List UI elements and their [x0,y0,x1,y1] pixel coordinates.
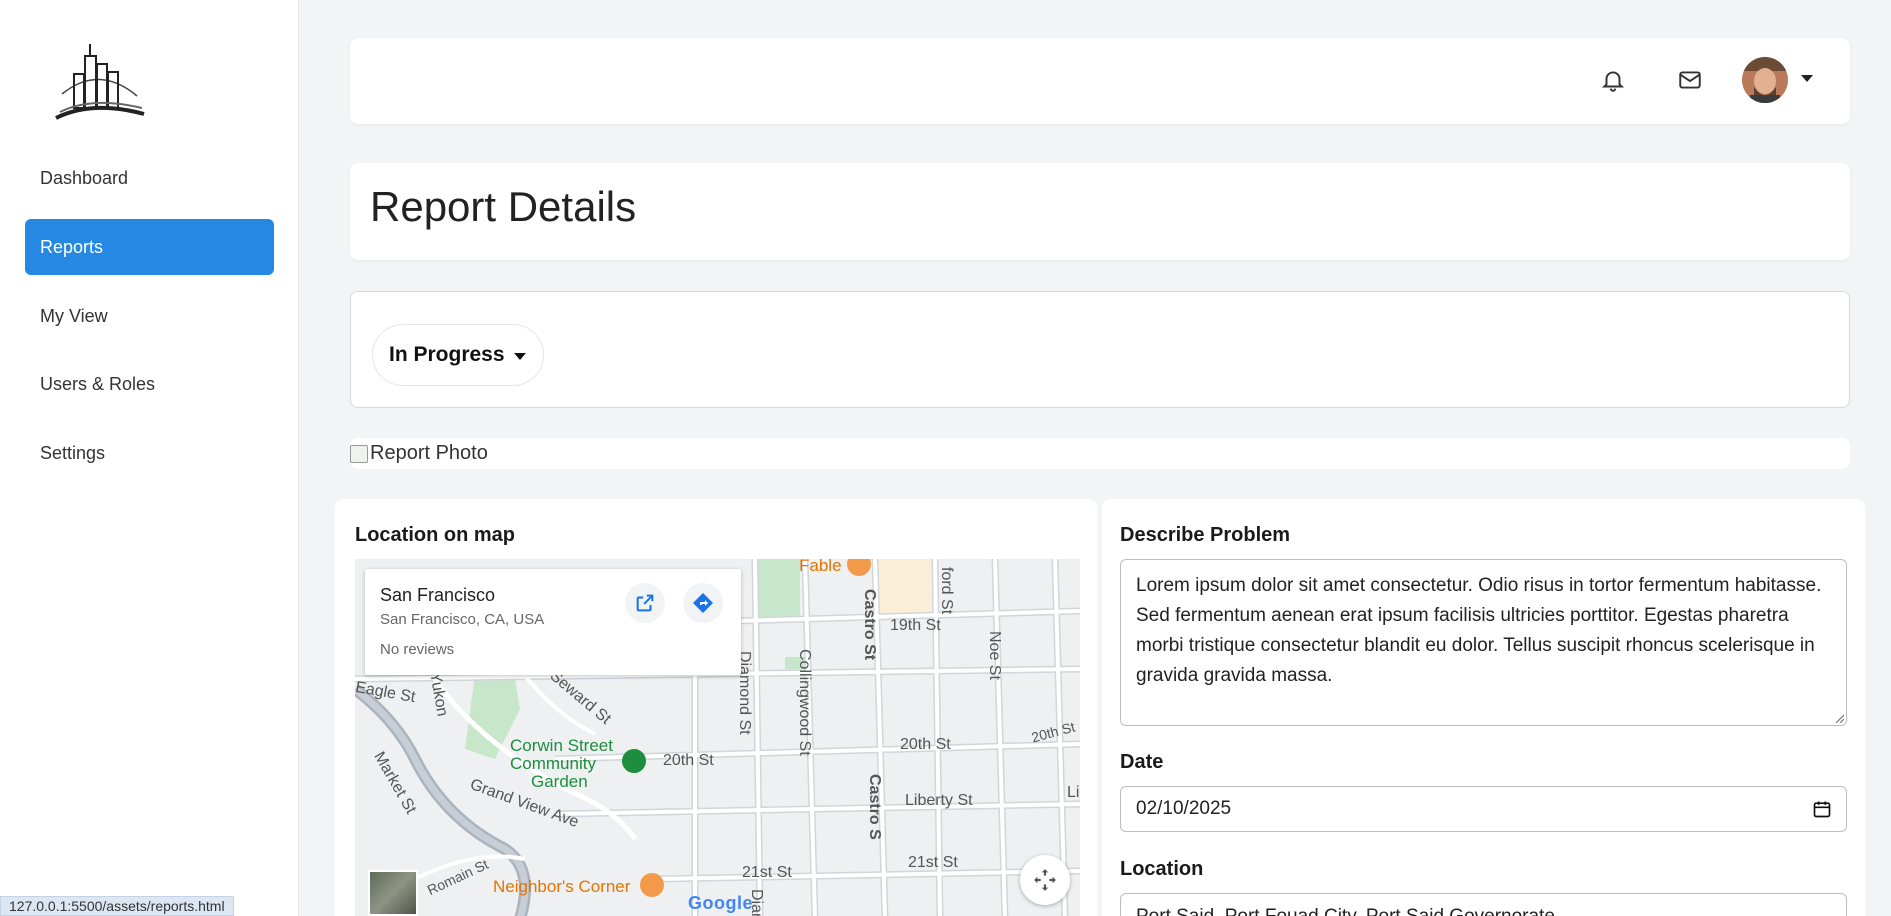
place-address: San Francisco, CA, USA [380,611,545,628]
map-label-corwin-1: Corwin Street [510,736,613,755]
map-label-corwin-3: Garden [531,772,588,791]
map-label-collingwood: Collingwood St [796,649,813,756]
location-label: Location [1120,858,1204,880]
broken-image-icon [350,444,368,463]
sidebar-item-dashboard[interactable]: Dashboard [25,150,274,206]
map-label-fable: Fable [799,559,842,575]
problem-label: Describe Problem [1120,524,1291,546]
map-label-21st-a: 21st St [742,864,792,881]
problem-textarea[interactable]: Lorem ipsum dolor sit amet consectetur. … [1120,559,1847,726]
sidebar: Dashboard Reports My View Users & Roles … [0,0,299,916]
map-heading: Location on map [355,524,515,546]
status-card: In Progress [350,291,1850,408]
date-label: Date [1120,751,1164,773]
satellite-view-toggle[interactable] [368,870,418,916]
problem-text: Lorem ipsum dolor sit amet consectetur. … [1136,575,1822,686]
user-avatar[interactable] [1742,57,1788,103]
location-value: Port Said, Port Fouad City, Port Said Go… [1136,906,1555,916]
directions-button[interactable] [683,583,723,623]
directions-icon [693,593,713,613]
sidebar-item-my-view[interactable]: My View [25,288,274,344]
report-photo: Report Photo [350,442,488,465]
external-link-icon [636,594,654,612]
map-label-20th-a: 20th St [663,752,714,769]
location-input[interactable]: Port Said, Port Fouad City, Port Said Go… [1120,893,1847,916]
place-info-card: San Francisco San Francisco, CA, USA No … [365,569,741,675]
map-label-21st-b: 21st St [908,854,958,871]
place-reviews: No reviews [380,641,455,658]
google-logo-text: Google [688,893,753,913]
calendar-icon[interactable] [1812,799,1832,819]
map-label-noe: Noe St [986,631,1003,680]
place-name: San Francisco [380,585,496,605]
resize-grip-icon[interactable] [1834,713,1844,723]
map-label-castro: Castro St [861,589,878,661]
map-fullscreen-button[interactable] [1020,855,1070,905]
report-photo-alt-text: Report Photo [370,442,488,464]
map-label-19th: 19th St [890,617,941,634]
google-logo: Google [688,893,753,914]
map-label-liberty: Liberty St [905,792,973,809]
open-in-maps-button[interactable] [625,583,665,623]
map-label-li: Li [1067,784,1080,801]
status-dropdown[interactable]: In Progress [372,324,544,386]
map-label-ford: ford St [938,567,955,615]
chevron-down-icon [514,353,526,360]
fullscreen-icon [1034,869,1056,891]
status-dropdown-value: In Progress [389,343,505,366]
page-title: Report Details [370,183,637,230]
title-card: Report Details [350,163,1850,260]
browser-status-url: 127.0.0.1:5500/assets/reports.html [0,896,234,916]
user-menu-chevron-down-icon[interactable] [1801,75,1813,82]
date-value: 02/10/2025 [1136,798,1232,819]
map-label-neighbors-corner: Neighbor's Corner [493,877,631,896]
map-label-corwin-2: Community [510,754,596,773]
sidebar-item-users-roles[interactable]: Users & Roles [25,356,274,412]
mail-icon[interactable] [1675,65,1705,95]
city-skyline-logo[interactable] [52,34,147,124]
sidebar-item-settings[interactable]: Settings [25,425,274,481]
map-label-castro-2: Castro S [866,774,883,840]
sidebar-item-reports[interactable]: Reports [25,219,274,275]
report-photo-card: Report Photo [350,438,1850,469]
date-input[interactable]: 02/10/2025 [1120,786,1847,832]
map-label-20th-b: 20th St [900,736,951,753]
bell-icon[interactable] [1598,65,1628,95]
